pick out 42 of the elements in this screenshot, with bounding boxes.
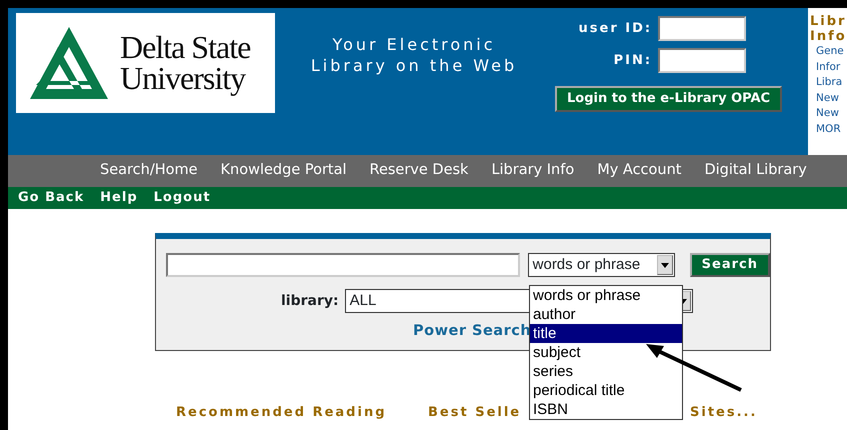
nav-link[interactable]: Digital Library xyxy=(704,160,807,182)
user-id-label: user ID: xyxy=(578,20,652,38)
nav-link[interactable]: Library Info xyxy=(491,160,574,182)
logo-text: Delta State xyxy=(120,32,250,63)
panel-link[interactable]: Gene xyxy=(810,44,847,60)
panel-link[interactable]: Libra xyxy=(810,75,847,90)
search-button[interactable]: Search xyxy=(690,253,770,277)
power-search-link[interactable]: Power Search xyxy=(413,321,532,343)
tagline: Library on the Web xyxy=(310,55,518,76)
nav-link[interactable]: Search/Home xyxy=(100,160,198,182)
dropdown-option[interactable]: ISBN xyxy=(530,400,682,419)
dropdown-option[interactable]: series xyxy=(530,362,682,381)
subnav-link[interactable]: Go Back xyxy=(18,188,84,208)
panel-title: Libr xyxy=(810,14,847,29)
dropdown-arrow-icon xyxy=(660,262,669,268)
library-label: library: xyxy=(281,292,339,310)
dropdown-option[interactable]: periodical title xyxy=(530,381,682,400)
user-id-field[interactable] xyxy=(658,16,746,41)
panel-link[interactable]: New xyxy=(810,106,847,122)
search-field[interactable] xyxy=(166,253,520,277)
panel-title: Info xyxy=(810,29,847,44)
panel-link[interactable]: MOR xyxy=(810,122,847,137)
section-heading: Best Selle xyxy=(428,404,522,422)
subnav-link[interactable]: Logout xyxy=(154,188,211,208)
nav-link[interactable]: Reserve Desk xyxy=(370,160,468,182)
nav-link[interactable]: My Account xyxy=(597,160,682,182)
login-button[interactable]: Login to the e-Library OPAC xyxy=(555,86,782,112)
panel-link[interactable]: Infor xyxy=(810,60,847,75)
nav-link[interactable]: Knowledge Portal xyxy=(220,160,347,182)
pin-field[interactable] xyxy=(658,48,746,73)
logo-text: University xyxy=(120,63,247,94)
search-type-select[interactable]: words or phrase xyxy=(528,253,675,277)
subnav-link[interactable]: Help xyxy=(100,188,138,208)
dropdown-option[interactable]: words or phrase xyxy=(530,286,682,305)
tagline: Your Electronic xyxy=(332,34,496,55)
panel-link[interactable]: New xyxy=(810,90,847,106)
section-heading: Sites... xyxy=(690,404,758,422)
dropdown-option[interactable]: title xyxy=(530,324,682,343)
pin-label: PIN: xyxy=(614,52,652,70)
section-heading: Recommended Reading xyxy=(176,404,387,422)
dropdown-option[interactable]: subject xyxy=(530,343,682,362)
triangle-logo-icon xyxy=(28,25,110,101)
